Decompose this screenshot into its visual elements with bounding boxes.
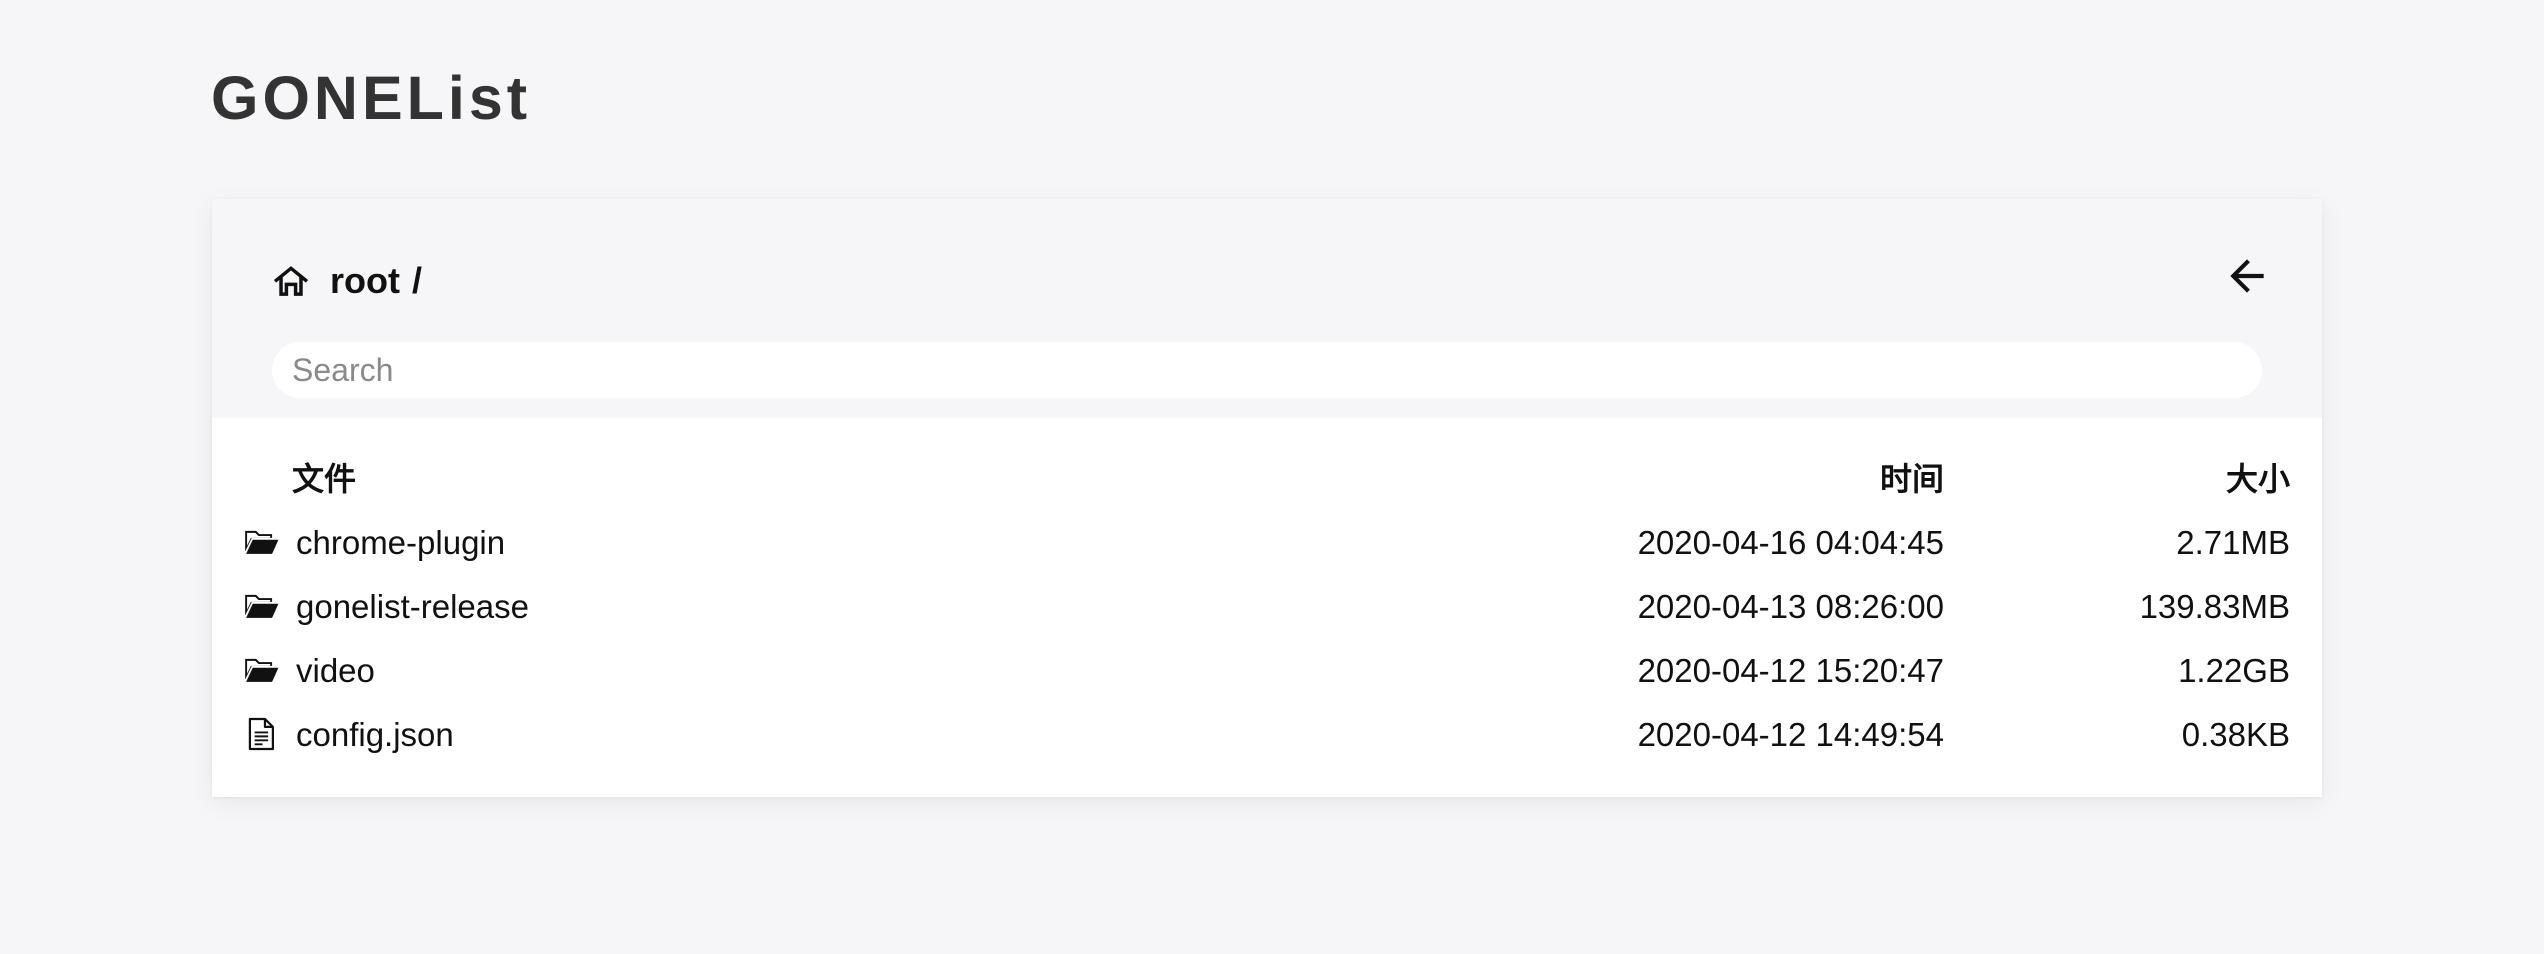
file-icon [242, 715, 280, 753]
file-size: 0.38KB [2181, 716, 2290, 753]
folder-icon [242, 523, 280, 561]
file-name[interactable]: config.json [296, 703, 454, 767]
file-time: 2020-04-13 08:26:00 [1637, 588, 1944, 625]
breadcrumb: root / [272, 256, 422, 306]
file-size: 2.71MB [2176, 524, 2290, 561]
file-list: chrome-plugin 2020-04-16 04:04:45 2.71MB… [212, 511, 2322, 767]
column-header-time[interactable]: 时间 [1880, 457, 1944, 501]
file-name[interactable]: gonelist-release [296, 575, 529, 639]
breadcrumb-root-link[interactable]: root [330, 260, 400, 302]
table-row[interactable]: video 2020-04-12 15:20:47 1.22GB [212, 639, 2322, 703]
file-time: 2020-04-12 15:20:47 [1637, 652, 1944, 689]
app-title: GONEList [211, 64, 532, 132]
table-row[interactable]: config.json 2020-04-12 14:49:54 0.38KB [212, 703, 2322, 767]
file-name[interactable]: chrome-plugin [296, 511, 505, 575]
card-header: root / [212, 199, 2322, 418]
file-size: 139.83MB [2139, 588, 2290, 625]
column-header-file[interactable]: 文件 [292, 457, 356, 501]
folder-icon [242, 651, 280, 689]
search-input[interactable] [272, 342, 2262, 398]
file-size: 1.22GB [2178, 652, 2290, 689]
table-row[interactable]: chrome-plugin 2020-04-16 04:04:45 2.71MB [212, 511, 2322, 575]
home-icon[interactable] [272, 262, 310, 300]
file-name[interactable]: video [296, 639, 375, 703]
folder-icon [242, 587, 280, 625]
breadcrumb-separator: / [411, 260, 422, 301]
file-list-card: root / 文件 时间 大小 chrome-plugin 2020-04-16 [212, 199, 2322, 797]
table-header: 文件 时间 大小 [212, 457, 2322, 501]
table-row[interactable]: gonelist-release 2020-04-13 08:26:00 139… [212, 575, 2322, 639]
file-time: 2020-04-12 14:49:54 [1637, 716, 1944, 753]
back-button[interactable] [2222, 251, 2272, 301]
column-header-size[interactable]: 大小 [2226, 457, 2290, 501]
file-time: 2020-04-16 04:04:45 [1637, 524, 1944, 561]
arrow-left-icon [2230, 259, 2264, 293]
